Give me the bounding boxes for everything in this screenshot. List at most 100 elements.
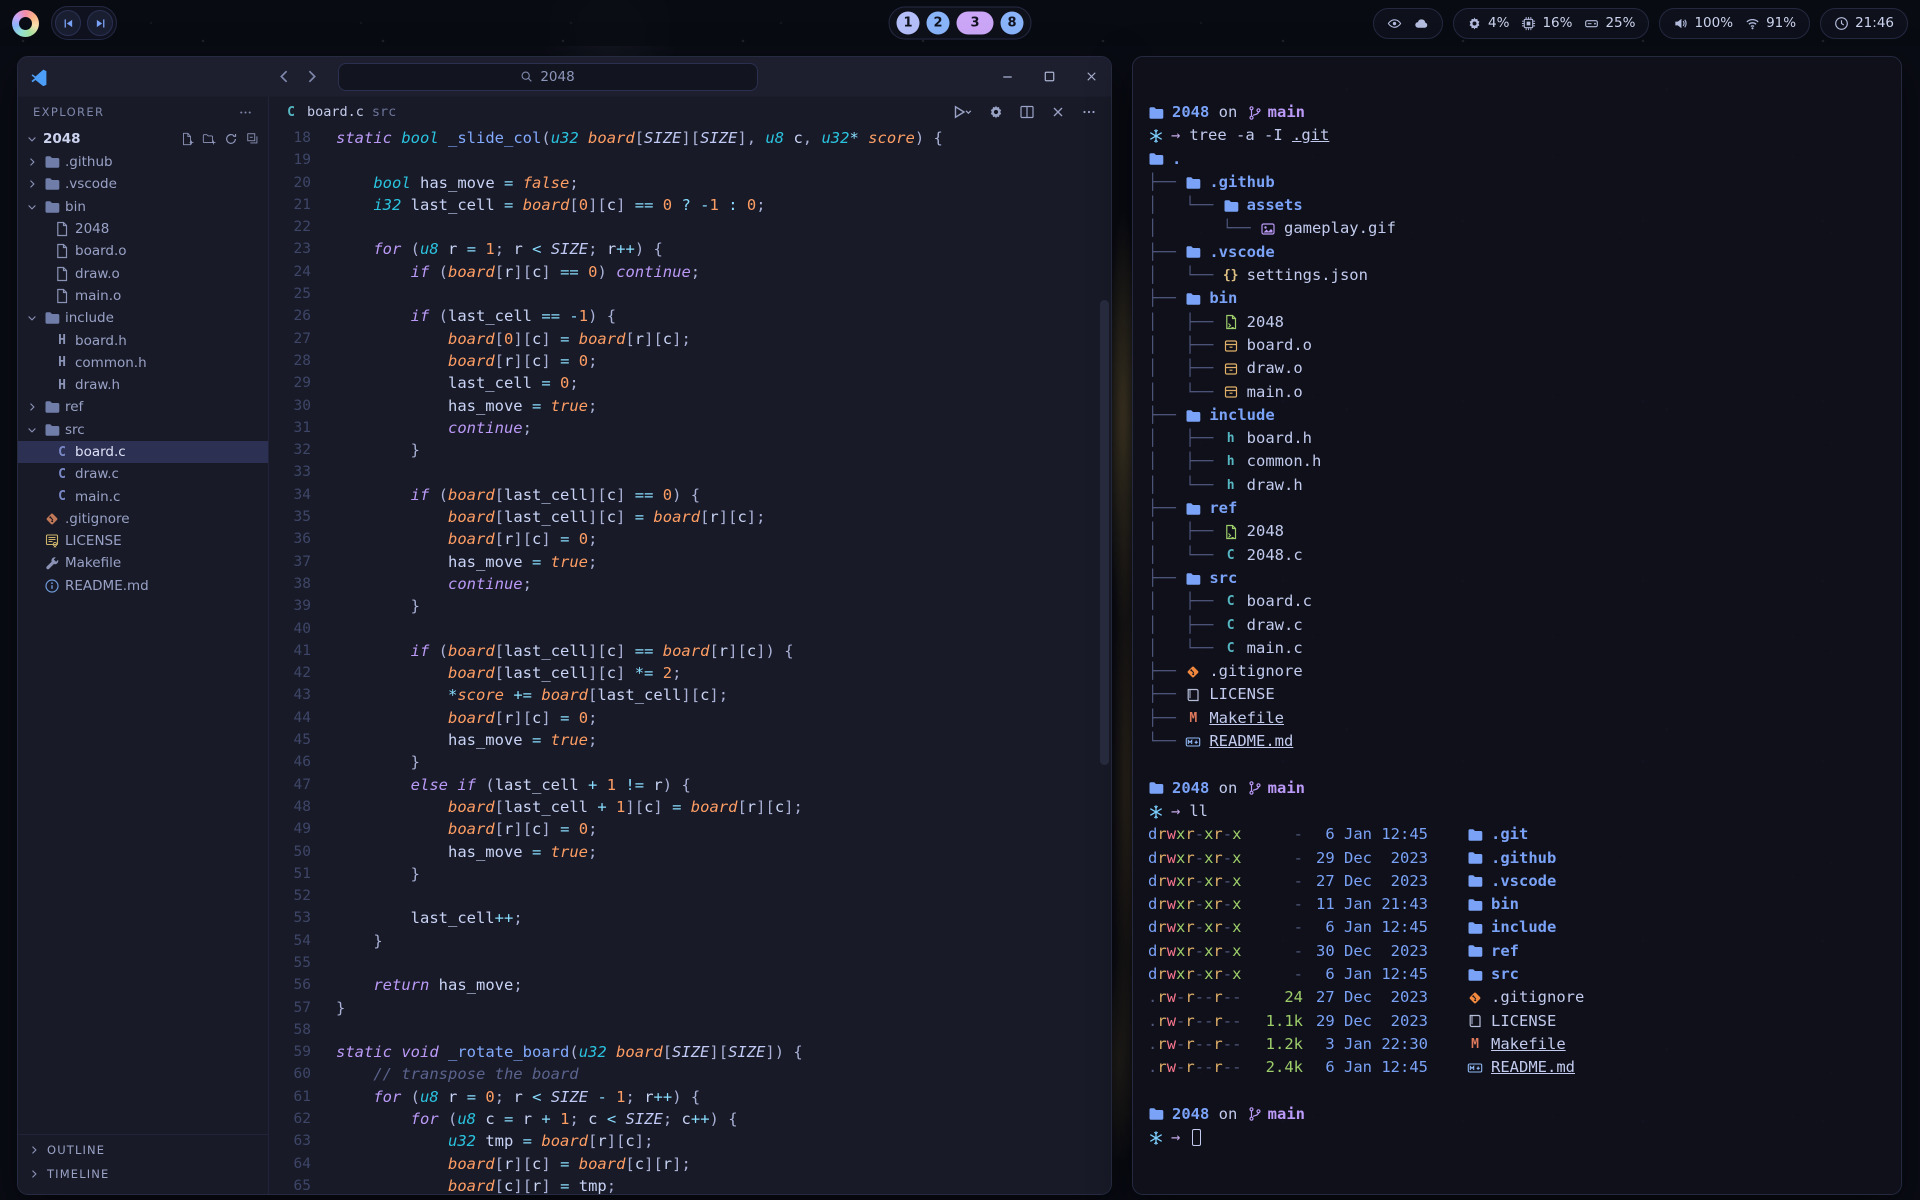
code-line[interactable]: 28 board[r][c] = 0; [269, 350, 1111, 372]
command-center-search[interactable]: 2048 [338, 63, 758, 91]
gear-icon[interactable] [988, 104, 1004, 120]
sidebar-item-Makefile[interactable]: Makefile [18, 552, 268, 574]
minimize-button[interactable] [1000, 69, 1015, 84]
code-line[interactable]: 29 last_cell = 0; [269, 372, 1111, 394]
sidebar-item-common.h[interactable]: Hcommon.h [18, 352, 268, 374]
sidebar-item-LICENSE[interactable]: LICENSE [18, 530, 268, 552]
new-folder-button[interactable] [202, 132, 216, 146]
scrollbar-thumb[interactable] [1100, 300, 1109, 765]
code-line[interactable]: 59static void _rotate_board(u32 board[SI… [269, 1041, 1111, 1063]
code-line[interactable]: 25 [269, 283, 1111, 305]
outline-panel-header[interactable]: OUTLINE [18, 1138, 268, 1162]
code-line[interactable]: 39 } [269, 595, 1111, 617]
refresh-explorer-button[interactable] [224, 132, 238, 146]
code-line[interactable]: 63 u32 tmp = board[r][c]; [269, 1130, 1111, 1152]
code-line[interactable]: 53 last_cell++; [269, 907, 1111, 929]
sidebar-item-draw.c[interactable]: Cdraw.c [18, 463, 268, 485]
sidebar-item-bin[interactable]: bin [18, 196, 268, 218]
maximize-button[interactable] [1042, 69, 1057, 84]
code-line[interactable]: 46 } [269, 751, 1111, 773]
code-line[interactable]: 49 board[r][c] = 0; [269, 818, 1111, 840]
code-line[interactable]: 32 } [269, 439, 1111, 461]
code-line[interactable]: 48 board[last_cell + 1][c] = board[r][c]… [269, 796, 1111, 818]
close-editor-button[interactable] [1050, 104, 1066, 120]
close-button[interactable] [1084, 69, 1099, 84]
code-line[interactable]: 20 bool has_move = false; [269, 172, 1111, 194]
split-editor-button[interactable] [1019, 104, 1035, 120]
code-line[interactable]: 23 for (u8 r = 1; r < SIZE; r++) { [269, 238, 1111, 260]
sidebar-item-board.o[interactable]: board.o [18, 240, 268, 262]
sidebar-item-.github[interactable]: .github [18, 151, 268, 173]
code-line[interactable]: 40 [269, 618, 1111, 640]
workspace-button-8[interactable]: 8 [1001, 12, 1024, 35]
media-prev-button[interactable] [55, 10, 81, 36]
code-line[interactable]: 30 has_move = true; [269, 395, 1111, 417]
explorer-more-icon[interactable] [238, 105, 253, 120]
code-line[interactable]: 26 if (last_cell == -1) { [269, 305, 1111, 327]
code-line[interactable]: 18static bool _slide_col(u32 board[SIZE]… [269, 127, 1111, 149]
code-line[interactable]: 55 [269, 952, 1111, 974]
code-line[interactable]: 65 board[c][r] = tmp; [269, 1175, 1111, 1194]
sidebar-item-.vscode[interactable]: .vscode [18, 173, 268, 195]
code-line[interactable]: 62 for (u8 c = r + 1; c < SIZE; c++) { [269, 1108, 1111, 1130]
code-line[interactable]: 52 [269, 885, 1111, 907]
editor-scrollbar[interactable] [1100, 131, 1109, 1188]
code-line[interactable]: 37 has_move = true; [269, 551, 1111, 573]
code-line[interactable]: 19 [269, 149, 1111, 171]
workspace-button-1[interactable]: 1 [897, 12, 920, 35]
code-line[interactable]: 43 *score += board[last_cell][c]; [269, 684, 1111, 706]
audio-network-widget[interactable]: 100%91% [1659, 8, 1810, 39]
code-line[interactable]: 45 has_move = true; [269, 729, 1111, 751]
sidebar-item-include[interactable]: include [18, 307, 268, 329]
code-line[interactable]: 36 board[r][c] = 0; [269, 528, 1111, 550]
workspace-button-3[interactable]: 3 [957, 12, 994, 35]
sidebar-item-2048[interactable]: 2048 [18, 218, 268, 240]
collapse-folders-button[interactable] [246, 132, 260, 146]
terminal-cursor[interactable] [1192, 1129, 1201, 1146]
sidebar-item-main.o[interactable]: main.o [18, 285, 268, 307]
code-line[interactable]: 50 has_move = true; [269, 841, 1111, 863]
code-area[interactable]: 18static bool _slide_col(u32 board[SIZE]… [269, 127, 1111, 1194]
code-line[interactable]: 34 if (board[last_cell][c] == 0) { [269, 484, 1111, 506]
code-line[interactable]: 24 if (board[r][c] == 0) continue; [269, 261, 1111, 283]
breadcrumb[interactable]: C board.c src [269, 97, 1111, 127]
app-launcher-icon[interactable] [12, 10, 39, 37]
new-file-button[interactable] [180, 132, 194, 146]
code-line[interactable]: 57} [269, 997, 1111, 1019]
code-line[interactable]: 21 i32 last_cell = board[0][c] == 0 ? -1… [269, 194, 1111, 216]
explorer-root-folder[interactable]: 2048 [18, 127, 268, 151]
sidebar-item-ref[interactable]: ref [18, 396, 268, 418]
code-line[interactable]: 60 // transpose the board [269, 1063, 1111, 1085]
code-line[interactable]: 41 if (board[last_cell][c] == board[r][c… [269, 640, 1111, 662]
code-line[interactable]: 31 continue; [269, 417, 1111, 439]
code-line[interactable]: 42 board[last_cell][c] *= 2; [269, 662, 1111, 684]
run-code-button[interactable] [952, 104, 973, 120]
sidebar-item-README.md[interactable]: README.md [18, 575, 268, 597]
workspace-button-2[interactable]: 2 [927, 12, 950, 35]
code-line[interactable]: 61 for (u8 r = 0; r < SIZE - 1; r++) { [269, 1086, 1111, 1108]
code-line[interactable]: 47 else if (last_cell + 1 != r) { [269, 774, 1111, 796]
sidebar-item-board.h[interactable]: Hboard.h [18, 329, 268, 351]
code-line[interactable]: 27 board[0][c] = board[r][c]; [269, 328, 1111, 350]
terminal-command[interactable]: → [1148, 1126, 1885, 1149]
code-line[interactable]: 51 } [269, 863, 1111, 885]
code-line[interactable]: 44 board[r][c] = 0; [269, 707, 1111, 729]
sidebar-item-board.c[interactable]: Cboard.c [18, 441, 268, 463]
code-line[interactable]: 56 return has_move; [269, 974, 1111, 996]
media-next-button[interactable] [87, 10, 113, 36]
sidebar-item-draw.o[interactable]: draw.o [18, 262, 268, 284]
code-line[interactable]: 64 board[r][c] = board[c][r]; [269, 1153, 1111, 1175]
navigate-forward-button[interactable] [303, 68, 320, 85]
sidebar-item-draw.h[interactable]: Hdraw.h [18, 374, 268, 396]
sidebar-item-.gitignore[interactable]: .gitignore [18, 508, 268, 530]
timeline-panel-header[interactable]: TIMELINE [18, 1162, 268, 1186]
navigate-back-button[interactable] [276, 68, 293, 85]
code-line[interactable]: 35 board[last_cell][c] = board[r][c]; [269, 506, 1111, 528]
sidebar-item-src[interactable]: src [18, 419, 268, 441]
terminal-window[interactable]: 2048 on main→tree -a -I .git.├── .github… [1132, 56, 1902, 1195]
more-actions-icon[interactable] [1081, 104, 1097, 120]
code-line[interactable]: 58 [269, 1019, 1111, 1041]
code-line[interactable]: 54 } [269, 930, 1111, 952]
code-line[interactable]: 33 [269, 461, 1111, 483]
code-line[interactable]: 22 [269, 216, 1111, 238]
